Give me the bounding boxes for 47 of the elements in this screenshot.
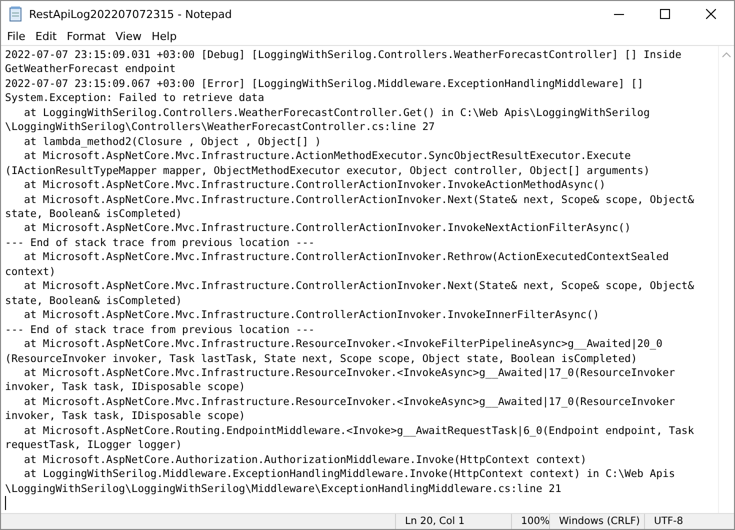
text-line: (IActionResultTypeMapper mapper, ObjectMethodExecutor executor, Object controller, Object[] arguments) [5, 164, 650, 178]
text-cursor [5, 496, 6, 510]
menu-item[interactable]: Format [62, 30, 110, 42]
text-line: at Microsoft.AspNetCore.Mvc.Infrastructure.ControllerActionInvoker.InvokeInnerFilterAsync() [22, 308, 600, 323]
text-line: 2022-07-07 23:15:09.067 +03:00 [Error] [LoggingWithSerilog.Middleware.ExceptionHandlingMiddleware] [] [5, 76, 644, 92]
text-line: invoker, Task task, IDisposable scope) [5, 380, 246, 395]
text-line: \LoggingWithSerilog\LoggingWithSerilog\Middleware\ExceptionHandlingMiddleware.cs:line 21 [5, 482, 562, 496]
text-line: state, Boolean& isCompleted) [5, 294, 182, 308]
text-line: at Microsoft.AspNetCore.Mvc.Infrastructure.ControllerActionInvoker.Rethrow(ActionExecutedContextSealed [22, 250, 669, 265]
text-line: at Microsoft.AspNetCore.Mvc.Infrastructure.ControllerActionInvoker.InvokeNextActionFilterAsync() [22, 221, 631, 236]
menu-item[interactable]: Edit [30, 30, 62, 42]
window-title: RestApiLog202207072315 - Notepad [29, 8, 232, 20]
text-line: at LoggingWithSerilog.Middleware.ExceptionHandlingMiddleware.Invoke(HttpContext context) in C:\Web Apis [22, 467, 676, 482]
menu-item[interactable]: File [2, 30, 30, 42]
text-line: at Microsoft.AspNetCore.Mvc.Infrastructure.ControllerActionInvoker.Next(State& next, Scope& scope, Object& [22, 192, 694, 207]
text-line: --- End of stack trace from previous location --- [5, 236, 315, 250]
text-line: (ResourceInvoker invoker, Task lastTask, State next, Scope scope, Object state, Boolean isCompleted) [5, 352, 638, 366]
text-line: at Microsoft.AspNetCore.Mvc.Infrastructure.ControllerActionInvoker.InvokeActionMethodAsync() [22, 178, 606, 193]
text-line: invoker, Task task, IDisposable scope) [5, 409, 246, 424]
notepad-icon [9, 6, 23, 22]
close-icon [706, 9, 716, 19]
text-line: at Microsoft.AspNetCore.Mvc.Infrastructure.ResourceInvoker.<InvokeAsync>g__Awaited|17_0(ResourceInvoker [22, 394, 676, 410]
maximize-icon [660, 9, 670, 19]
text-line: 2022-07-07 23:15:09.031 +03:00 [Debug] [LoggingWithSerilog.Controllers.WeatherForecastController] [] Inside [5, 48, 682, 62]
menu-item[interactable]: Help [146, 30, 182, 42]
text-line: requestTask, ILogger logger) [5, 438, 182, 453]
text-line: at Microsoft.AspNetCore.Mvc.Infrastructure.ActionMethodExecutor.SyncObjectResultExecutor.Execute [22, 149, 631, 164]
text-line: at Microsoft.AspNetCore.Mvc.Infrastructure.ControllerActionInvoker.Next(State& next, Scope& scope, Object& [22, 279, 694, 294]
text-line: at Microsoft.AspNetCore.Mvc.Infrastructure.ResourceInvoker.<InvokeFilterPipelineAsync>g__Awaited|20_0 [22, 337, 662, 352]
text-line: at Microsoft.AspNetCore.Authorization.AuthorizationMiddleware.Invoke(HttpContext context) [22, 452, 587, 468]
menu-item[interactable]: View [110, 30, 147, 42]
status-text: UTF-8 [644, 514, 734, 529]
text-line: GetWeatherForecast endpoint [5, 62, 176, 77]
text-line: \LoggingWithSerilog\Controllers\WeatherForecastController.cs:line 27 [5, 120, 435, 135]
text-line: state, Boolean& isCompleted) [5, 206, 182, 222]
text-line: System.Exception: Failed to retrieve data [5, 91, 264, 106]
status-text: Ln 20, Col 1 [395, 514, 511, 529]
text-line: at lambda_method2(Closure , Object , Object[] ) [22, 134, 322, 150]
status-text: Windows (CRLF) [549, 514, 644, 529]
scroll-up-icon[interactable] [722, 52, 731, 58]
text-line: at Microsoft.AspNetCore.Routing.EndpointMiddleware.<Invoke>g__AwaitRequestTask|6_0(Endpoint endpoint, Task [22, 424, 694, 438]
text-line: at Microsoft.AspNetCore.Mvc.Infrastructure.ResourceInvoker.<InvokeAsync>g__Awaited|17_0(ResourceInvoker [22, 366, 676, 380]
text-line: context) [5, 264, 56, 280]
status-text: 100% [511, 514, 549, 529]
text-line: at LoggingWithSerilog.Controllers.WeatherForecastController.Get() in C:\Web Apis\LoggingWithSerilog [22, 106, 650, 120]
vertical-scrollbar[interactable] [718, 46, 734, 513]
text-line: --- End of stack trace from previous location --- [5, 322, 315, 338]
